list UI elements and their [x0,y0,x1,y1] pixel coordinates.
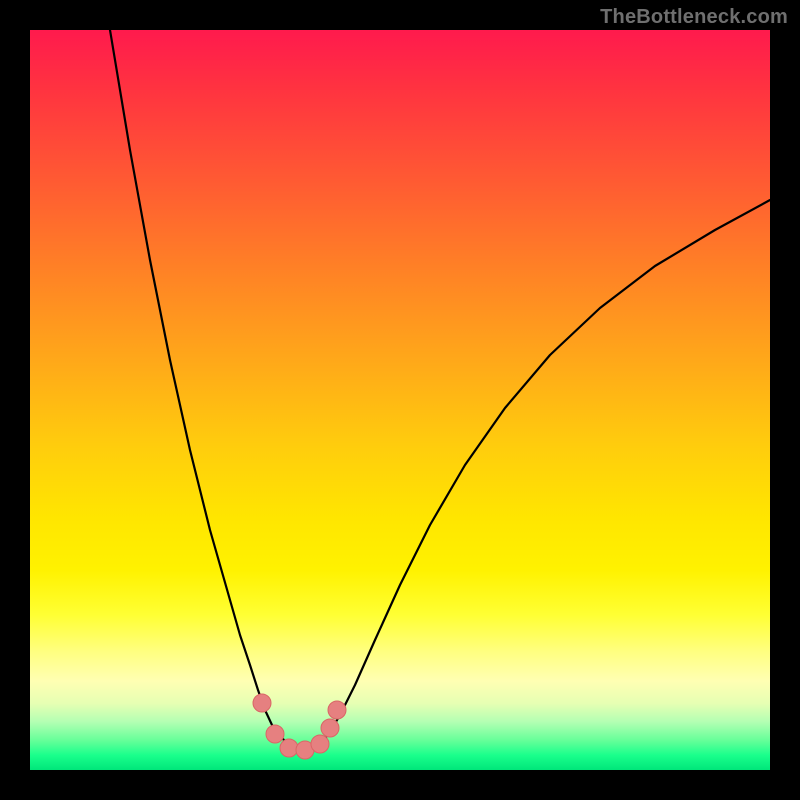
trough-dot [311,735,329,753]
chart-frame: TheBottleneck.com [0,0,800,800]
trough-dot [321,719,339,737]
trough-dot [280,739,298,757]
plot-area [30,30,770,770]
trough-dot [328,701,346,719]
trough-dot [266,725,284,743]
curve-right-branch [305,200,770,750]
curve-svg [30,30,770,770]
trough-dot [253,694,271,712]
watermark-text: TheBottleneck.com [600,6,788,29]
trough-dots [253,694,346,759]
curve-left-branch [110,30,305,750]
